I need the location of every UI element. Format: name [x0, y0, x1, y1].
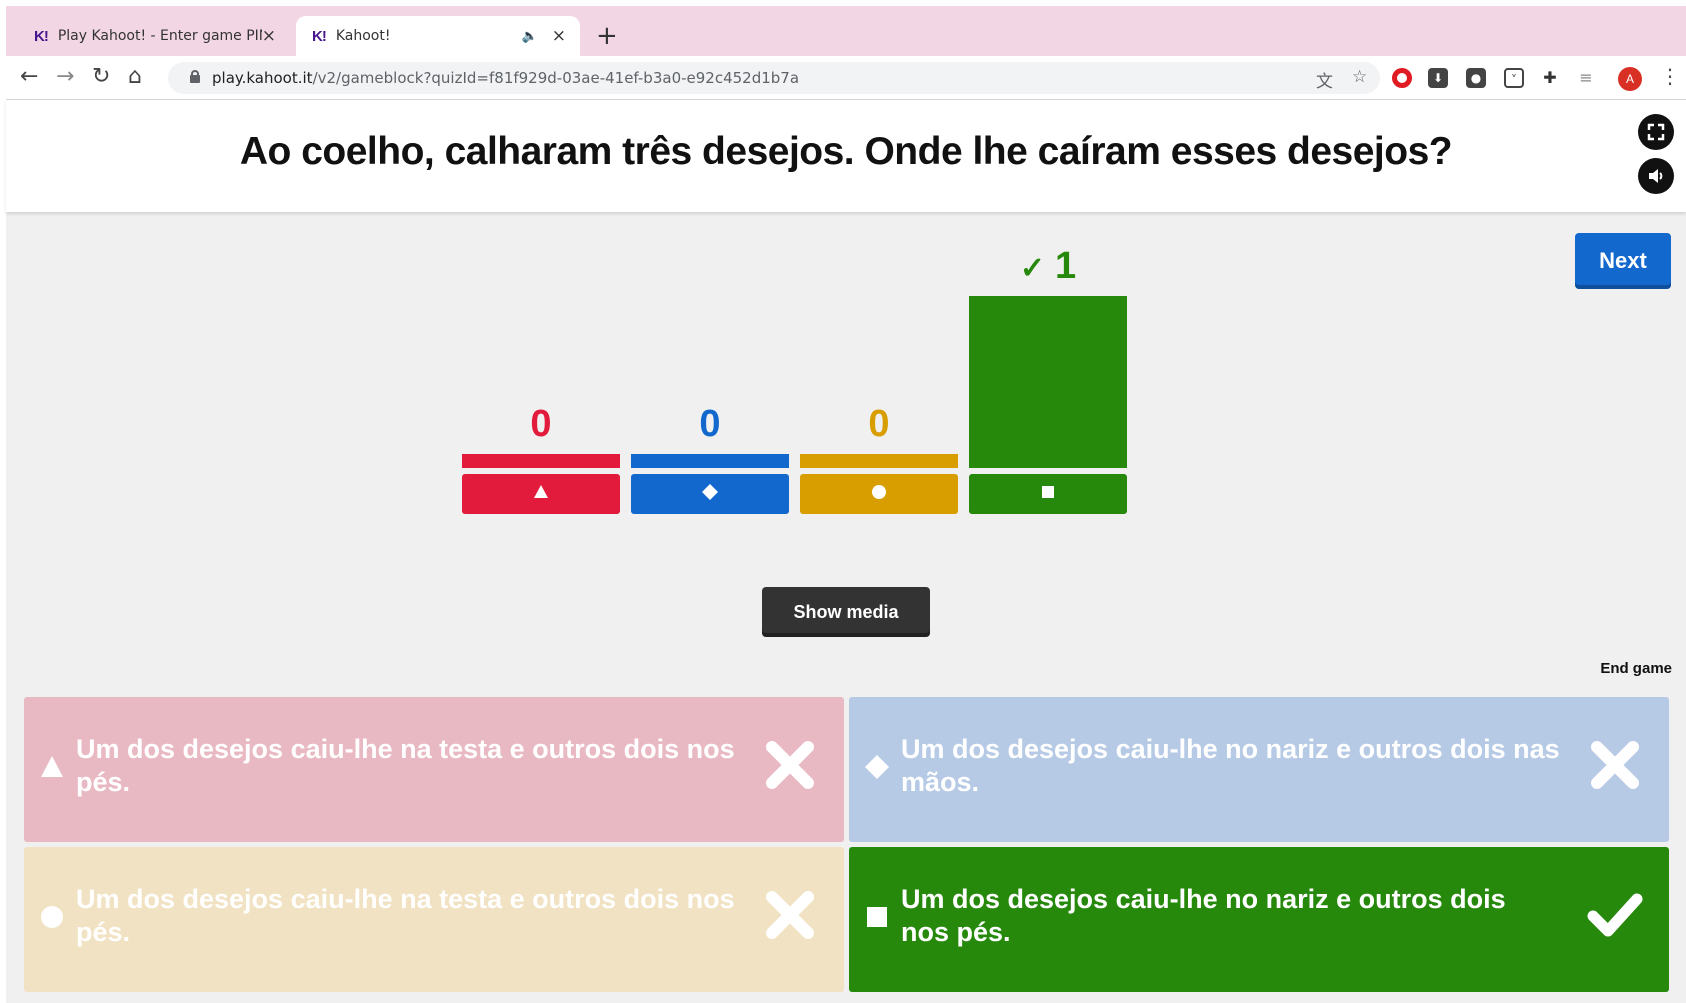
show-media-button[interactable]: Show media [762, 587, 930, 637]
browser-menu-icon[interactable]: ⋮ [1660, 64, 1680, 88]
back-arrow-icon[interactable]: ← [20, 65, 38, 89]
correct-check-icon: ✓ [1019, 252, 1045, 285]
bar-base-diamond [631, 474, 789, 514]
answer-results-chart: 0 0 0 ✓ 1 [6, 212, 1686, 552]
bar-fill [800, 454, 958, 468]
bar-count-label: 0 [631, 404, 789, 444]
url-path: /v2/gameblock?quizId=f81f929d-03ae-41ef-… [312, 69, 800, 87]
bar-fill [462, 454, 620, 468]
media-queue-icon[interactable]: ≡ [1576, 68, 1596, 88]
forward-arrow-icon[interactable]: → [56, 65, 74, 89]
translate-icon[interactable]: 文 [1316, 67, 1333, 92]
bar-value: 0 [868, 403, 890, 445]
bar-value: 0 [530, 403, 552, 445]
incorrect-cross-icon [760, 885, 820, 945]
pocket-extension-icon[interactable]: ˅ [1504, 68, 1524, 88]
lock-icon[interactable] [190, 70, 200, 83]
tab-enter-game-pin[interactable]: K! Play Kahoot! - Enter game PIN × [18, 16, 290, 56]
answer-option-diamond: Um dos desejos caiu-lhe no nariz e outro… [849, 697, 1669, 842]
diamond-icon [865, 755, 889, 779]
kahoot-favicon: K! [312, 27, 327, 45]
opera-extension-icon[interactable] [1392, 68, 1412, 88]
bar-base-square [969, 474, 1127, 514]
bar-count-label: ✓ 1 [969, 246, 1127, 289]
bar-circle: 0 [800, 212, 958, 522]
answer-option-triangle: Um dos desejos caiu-lhe na testa e outro… [24, 697, 844, 842]
game-area: Next 0 0 0 ✓ 1 Show media End game Um dos de… [6, 212, 1686, 1003]
question-header: Ao coelho, calharam três desejos. Onde l… [6, 100, 1686, 212]
bar-fill [631, 454, 789, 468]
bar-square: ✓ 1 [969, 212, 1127, 522]
bar-base-triangle [462, 474, 620, 514]
answer-text: Um dos desejos caiu-lhe no nariz e outro… [901, 734, 1560, 797]
tab-strip: K! Play Kahoot! - Enter game PIN × K! Ka… [6, 6, 1686, 56]
tab-title: Kahoot! [335, 28, 391, 44]
incognito-extension-icon[interactable]: ● [1466, 68, 1486, 88]
circle-icon [40, 905, 64, 929]
kahoot-favicon: K! [34, 27, 49, 45]
bar-count-label: 0 [800, 404, 958, 444]
answer-option-circle: Um dos desejos caiu-lhe na testa e outro… [24, 847, 844, 992]
answer-option-square: Um dos desejos caiu-lhe no nariz e outro… [849, 847, 1669, 992]
tab-close-icon[interactable]: × [262, 26, 276, 46]
incorrect-cross-icon [760, 735, 820, 795]
bar-diamond: 0 [631, 212, 789, 522]
question-title: Ao coelho, calharam três desejos. Onde l… [239, 130, 1453, 173]
diamond-icon [702, 484, 718, 504]
new-tab-button[interactable]: + [596, 23, 618, 49]
answer-text: Um dos desejos caiu-lhe no nariz e outro… [901, 884, 1506, 947]
square-icon [1040, 484, 1056, 504]
bar-triangle: 0 [462, 212, 620, 522]
home-icon[interactable]: ⌂ [128, 65, 142, 89]
correct-check-icon [1585, 885, 1645, 945]
circle-icon [871, 484, 887, 504]
bar-value: 1 [1055, 245, 1077, 287]
square-icon [865, 905, 889, 929]
tab-close-icon[interactable]: × [552, 26, 566, 46]
bar-value: 0 [699, 403, 721, 445]
fullscreen-icon[interactable] [1638, 114, 1674, 150]
sound-icon[interactable] [1638, 158, 1674, 194]
answer-text: Um dos desejos caiu-lhe na testa e outro… [76, 734, 735, 797]
browser-chrome: K! Play Kahoot! - Enter game PIN × K! Ka… [6, 6, 1686, 100]
browser-toolbar: ← → ↻ ⌂ play.kahoot.it/v2/gameblock?quiz… [6, 56, 1686, 100]
url-host: play.kahoot.it [212, 69, 313, 87]
triangle-icon [40, 755, 64, 779]
bar-fill [969, 296, 1127, 468]
download-extension-icon[interactable]: ⬇ [1428, 68, 1448, 88]
extensions-puzzle-icon[interactable]: ✚ [1540, 68, 1560, 88]
bar-base-circle [800, 474, 958, 514]
tab-kahoot[interactable]: K! Kahoot! 🔈 × [296, 16, 580, 56]
end-game-button[interactable]: End game [1566, 660, 1672, 677]
address-bar[interactable]: play.kahoot.it/v2/gameblock?quizId=f81f9… [168, 62, 1380, 94]
url-text[interactable]: play.kahoot.it/v2/gameblock?quizId=f81f9… [212, 69, 799, 87]
triangle-icon [533, 484, 549, 504]
profile-avatar[interactable]: A [1618, 67, 1642, 91]
bookmark-star-icon[interactable]: ☆ [1352, 67, 1367, 87]
reload-icon[interactable]: ↻ [92, 65, 110, 89]
speaker-muted-icon[interactable]: 🔈 [522, 29, 538, 44]
answer-text: Um dos desejos caiu-lhe na testa e outro… [76, 884, 735, 947]
tab-title: Play Kahoot! - Enter game PIN [57, 28, 262, 44]
incorrect-cross-icon [1585, 735, 1645, 795]
bar-count-label: 0 [462, 404, 620, 444]
